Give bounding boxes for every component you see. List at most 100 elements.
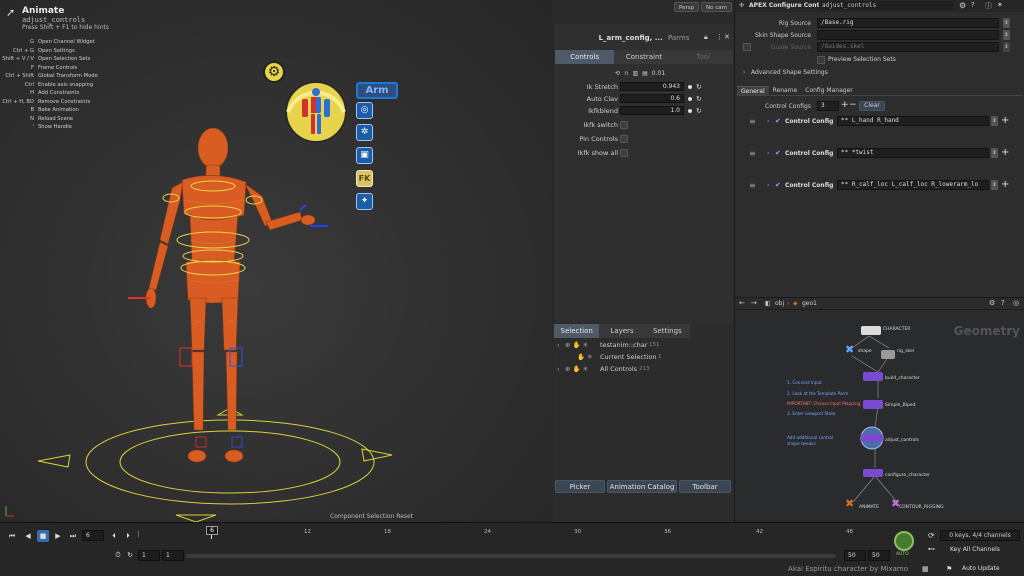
ikfk-switch-checkbox[interactable] xyxy=(620,121,628,129)
select-tool-icon[interactable]: ➚ xyxy=(6,6,15,19)
refresh-icon[interactable]: ⟲ xyxy=(615,70,620,77)
frame-range-slider[interactable] xyxy=(186,554,836,558)
jump-start-icon[interactable]: ⏮ xyxy=(6,530,18,542)
step-value[interactable]: 0.01 xyxy=(652,70,665,77)
info-icon[interactable]: ⓘ xyxy=(985,1,992,11)
node-configure-character[interactable]: configure_character xyxy=(885,473,930,478)
tab-selection[interactable]: Selection xyxy=(554,324,600,338)
scene-viewport[interactable]: ➚ Animate adjust_controls Press Shift + … xyxy=(0,0,552,522)
preview-selection-sets-checkbox[interactable] xyxy=(817,56,825,64)
picker-pose-icon[interactable]: ✲ xyxy=(356,124,373,141)
node-animate[interactable]: ANIMATE xyxy=(859,505,879,510)
picker-settings-gear-icon[interactable]: ⚙ xyxy=(263,61,285,83)
start-frame-field-2[interactable]: 1 xyxy=(162,550,184,561)
picker-ik-target-icon[interactable]: ◎ xyxy=(356,102,373,119)
picker-pin-icon[interactable]: ✦ xyxy=(356,193,373,210)
picker-arm-button[interactable]: Arm xyxy=(356,82,398,99)
key-all-icon[interactable]: ⊷ xyxy=(928,545,935,553)
add-config-row-icon[interactable]: + xyxy=(1001,115,1009,126)
drag-handle-icon[interactable]: ≡ xyxy=(749,149,756,158)
picker-camera-icon[interactable]: ▣ xyxy=(356,147,373,164)
visibility-icons[interactable]: ⊕ ✋ ✳ xyxy=(565,339,588,351)
node-contour-rigging[interactable]: CONTOUR_RIGGING xyxy=(899,505,944,510)
stop-icon[interactable]: ■ xyxy=(37,530,49,542)
control-configs-count-field[interactable]: 3 xyxy=(817,101,839,111)
guide-source-field[interactable]: /Guides.skel xyxy=(817,42,999,52)
tab-settings[interactable]: Settings xyxy=(644,324,690,338)
play-icon[interactable]: ▶ xyxy=(52,530,64,542)
start-frame-field[interactable]: 1 xyxy=(138,550,160,561)
shape-node-icon[interactable]: ✖ xyxy=(845,343,854,356)
next-key-icon[interactable]: ⏵ xyxy=(122,530,134,542)
config-pattern-field[interactable]: ** L_hand R_hand xyxy=(837,116,989,126)
add-config-row-icon[interactable]: + xyxy=(1001,179,1009,190)
panel-close-icon[interactable]: ✕ xyxy=(724,33,730,41)
config-menu-icon[interactable]: ⇕ xyxy=(991,180,998,190)
delete-icon[interactable]: ▥ xyxy=(632,70,638,77)
pin-controls-checkbox[interactable] xyxy=(620,135,628,143)
key-all-channels-button[interactable]: Key All Channels xyxy=(950,546,1000,553)
picker-fk-button[interactable]: FK xyxy=(356,170,373,187)
prev-key-icon[interactable]: ⏴ xyxy=(108,530,120,542)
selection-row-char[interactable]: › ⊕ ✋ ✳ testanim::char 151 xyxy=(553,339,733,351)
add-config-icon[interactable]: + xyxy=(841,100,849,110)
loop-toggle-icon[interactable]: ↻ xyxy=(124,549,136,561)
node-name-field[interactable]: adjust_controls xyxy=(819,1,953,10)
remove-config-icon[interactable]: − xyxy=(849,100,857,110)
toolbar-button[interactable]: Toolbar xyxy=(679,480,731,493)
selection-row-current[interactable]: ✋ ✳ Current Selection 1 xyxy=(553,351,733,363)
node-shape[interactable]: shape xyxy=(858,349,872,354)
key-dot-icon[interactable] xyxy=(688,97,692,101)
animation-catalog-button[interactable]: Animation Catalog xyxy=(607,480,677,493)
step-back-icon[interactable]: ◀ xyxy=(22,530,34,542)
node-adjust-controls[interactable]: adjust_controls xyxy=(885,438,919,443)
help-icon[interactable]: ? xyxy=(971,1,975,9)
realtime-toggle-icon[interactable]: ⏱ xyxy=(112,549,124,561)
node-character[interactable]: CHARACTER xyxy=(883,327,910,332)
picker-button[interactable]: Picker xyxy=(555,480,605,493)
drag-handle-icon[interactable]: ≡ xyxy=(749,117,756,126)
node-build-character[interactable]: build_character xyxy=(885,376,920,381)
tab-tool[interactable]: Tool xyxy=(673,50,733,64)
skin-shape-field[interactable] xyxy=(817,30,999,40)
drag-handle-icon[interactable]: ≡ xyxy=(749,181,756,190)
expand-arrow-icon[interactable]: › xyxy=(767,182,769,189)
expand-arrow-icon[interactable]: › xyxy=(557,339,560,351)
ikfk-show-all-checkbox[interactable] xyxy=(620,149,628,157)
expand-arrow-icon[interactable]: › xyxy=(767,118,769,125)
magnet-icon[interactable]: ∩ xyxy=(624,70,628,77)
key-dot-icon[interactable] xyxy=(688,85,692,89)
config-pattern-field[interactable]: ** *twist xyxy=(837,148,989,158)
config-menu-icon[interactable]: ⇕ xyxy=(991,148,998,158)
param-value-field[interactable]: 1.0 xyxy=(620,106,684,115)
selection-row-all[interactable]: › ⊕ ✋ ✳ All Controls 213 xyxy=(553,363,733,375)
rig-source-field[interactable]: /Base.rig xyxy=(817,18,999,28)
settings-gear-icon[interactable]: ⚙ xyxy=(959,1,966,10)
network-editor[interactable]: ← → ◧ obj › ◈ geo1 ⚙ ? ◎ Geometry ✖ ✖ ✖ … xyxy=(734,297,1024,522)
reset-icon[interactable]: ↻ xyxy=(696,82,702,92)
add-config-row-icon[interactable]: + xyxy=(1001,147,1009,158)
reset-icon[interactable]: ↻ xyxy=(696,94,702,104)
end-frame-field[interactable]: 50 xyxy=(844,550,866,561)
current-frame-field[interactable]: 6 xyxy=(82,530,104,541)
lock-icon[interactable]: 🔒︎ xyxy=(704,33,708,42)
param-value-field[interactable]: 0.6 xyxy=(620,94,684,103)
animate-node-icon[interactable]: ✖ xyxy=(845,497,854,510)
clear-button[interactable]: Clear xyxy=(859,101,885,111)
config-pattern-field[interactable]: ** R_calf_loc L_calf_loc R_lowerarm_lo xyxy=(837,180,989,190)
auto-update-menu[interactable]: Auto Update xyxy=(962,565,1000,572)
tab-layers[interactable]: Layers xyxy=(599,324,645,338)
key-status-field[interactable]: 0 keys, 4/4 channels xyxy=(940,530,1020,541)
ops-icon[interactable]: ✶ xyxy=(997,1,1003,9)
node-simple-biped[interactable]: Simple_Biped xyxy=(885,403,915,408)
enable-check-icon[interactable]: ✔ xyxy=(775,181,781,189)
reset-icon[interactable]: ↻ xyxy=(696,106,702,116)
rig-source-menu-icon[interactable]: ⇕ xyxy=(1003,18,1010,28)
key-dot-icon[interactable] xyxy=(688,109,692,113)
save-icon[interactable]: ▤ xyxy=(642,70,648,77)
visibility-icons[interactable]: ⊕ ✋ ✳ xyxy=(565,363,588,375)
expand-arrow-icon[interactable]: › xyxy=(767,150,769,157)
tab-constraint[interactable]: Constraint xyxy=(614,50,674,64)
config-menu-icon[interactable]: ⇕ xyxy=(991,116,998,126)
node-rig-skel[interactable]: rig_skel xyxy=(897,349,914,354)
